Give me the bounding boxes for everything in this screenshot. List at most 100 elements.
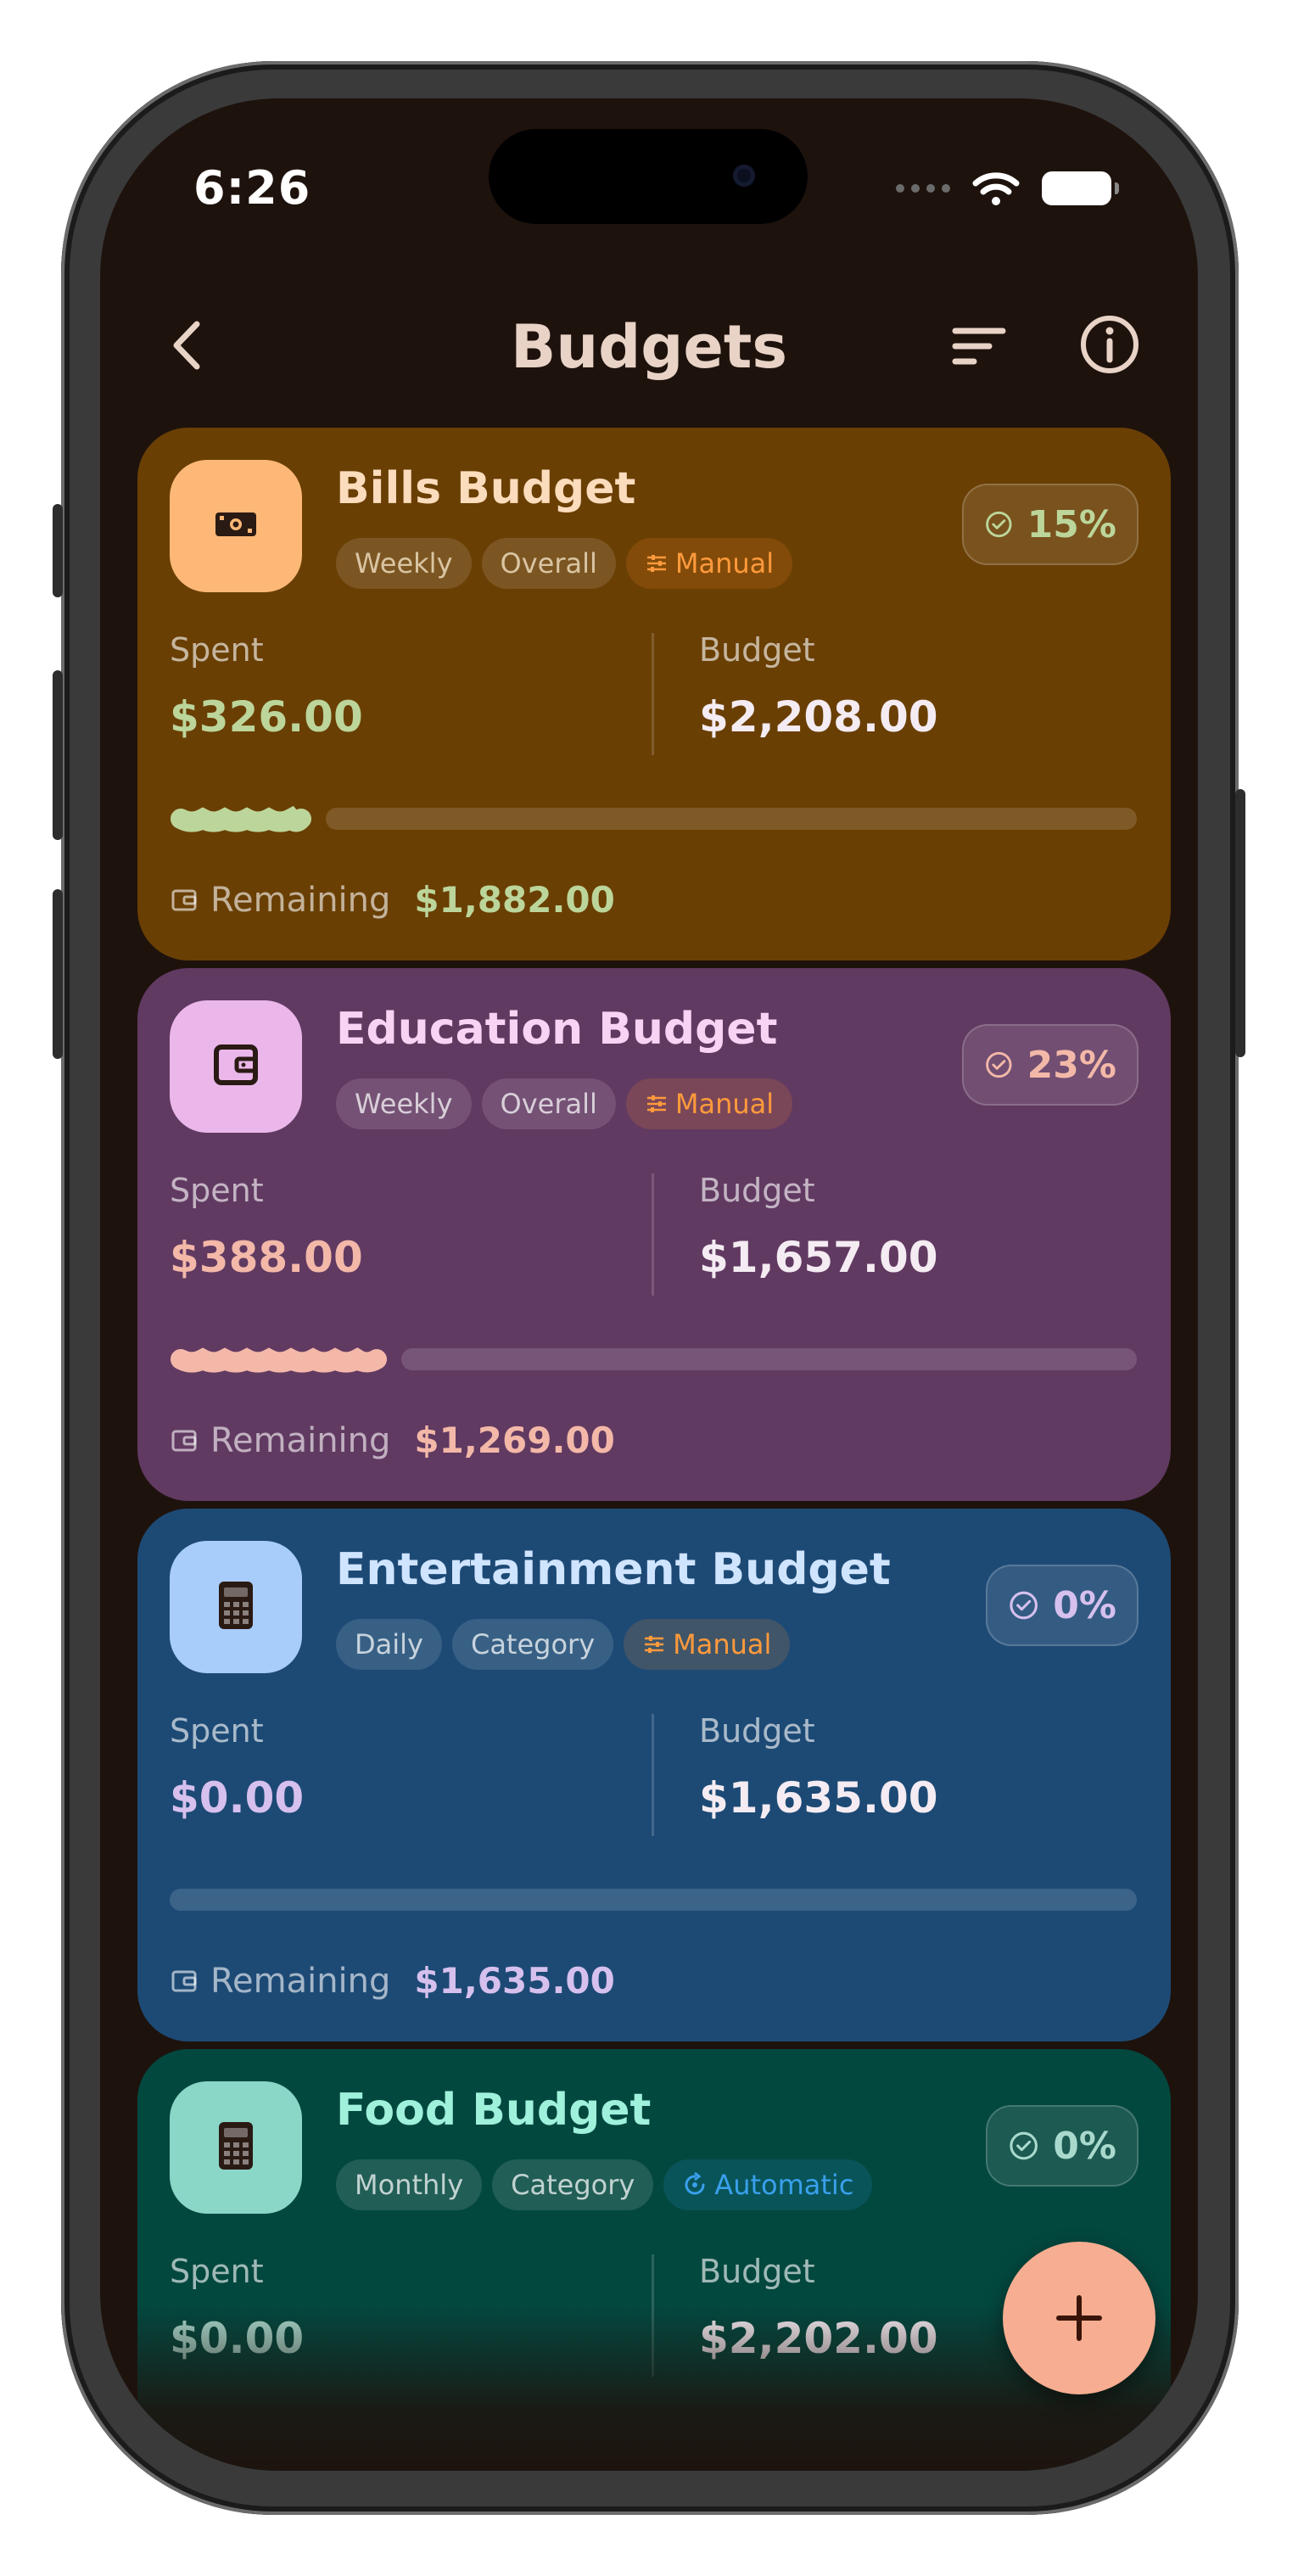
wallet-icon xyxy=(208,1037,264,1096)
phone-volume-down xyxy=(53,889,63,1059)
progress-track xyxy=(401,1348,1137,1370)
check-circle-icon xyxy=(1010,1591,1038,1620)
progress-fill xyxy=(171,1347,387,1373)
remaining-label: Remaining xyxy=(210,1961,391,2001)
budget-label: Budget xyxy=(699,1712,815,1750)
check-circle-icon xyxy=(986,1051,1012,1078)
progress-bar xyxy=(170,805,1137,832)
remaining-value: $1,882.00 xyxy=(414,879,615,921)
tag-label: Manual xyxy=(673,1628,772,1660)
remaining-label: Remaining xyxy=(210,880,391,920)
percent-badge: 0% xyxy=(986,1565,1139,1646)
tag-manual: Manual xyxy=(625,1078,793,1129)
budget-value: $1,635.00 xyxy=(699,1773,938,1823)
budget-card[interactable]: Bills Budget Weekly Overall Manual 15% Spe… xyxy=(137,428,1171,960)
phone-volume-up xyxy=(53,670,63,840)
cellular-signal-icon xyxy=(896,184,950,193)
progress-track xyxy=(170,1889,1137,1911)
percent-badge: 15% xyxy=(962,484,1139,565)
percent-value: 23% xyxy=(1027,1043,1116,1087)
tag-monthly: Monthly xyxy=(336,2159,483,2210)
info-icon[interactable] xyxy=(1077,312,1142,377)
budget-icon-box xyxy=(170,1000,302,1133)
budget-tags: Daily Category Manual xyxy=(336,1619,791,1670)
remaining-row: Remaining $1,269.00 xyxy=(170,1420,615,1461)
tag-weekly: Weekly xyxy=(336,1078,472,1129)
budget-icon-box xyxy=(170,460,302,592)
budget-icon-box xyxy=(170,2081,302,2214)
tag-label: Category xyxy=(470,1628,596,1660)
divider xyxy=(652,1714,654,1836)
app-bar: Budgets xyxy=(100,294,1198,395)
sliders-icon xyxy=(645,1636,664,1653)
tag-label: Category xyxy=(511,2169,635,2201)
budget-label: Budget xyxy=(699,631,815,669)
check-circle-icon xyxy=(986,511,1012,538)
add-budget-button[interactable] xyxy=(1003,2242,1155,2394)
tag-label: Weekly xyxy=(355,1088,453,1120)
spent-label: Spent xyxy=(170,631,264,669)
remaining-label: Remaining xyxy=(210,1420,391,1460)
tag-label: Monthly xyxy=(355,2169,464,2201)
sort-icon[interactable] xyxy=(948,316,1010,377)
remaining-row: Remaining $1,635.00 xyxy=(170,1960,615,2002)
battery-icon xyxy=(1042,171,1119,205)
spent-value: $388.00 xyxy=(170,1233,363,1282)
progress-bar xyxy=(170,1889,1137,1911)
budget-tags: Monthly Category Automatic xyxy=(336,2159,873,2210)
tag-overall: Overall xyxy=(481,538,616,589)
tag-label: Manual xyxy=(674,1088,775,1120)
budget-label: Budget xyxy=(699,1172,815,1209)
spent-label: Spent xyxy=(170,1172,264,1209)
tag-category: Category xyxy=(492,2159,654,2210)
spent-value: $326.00 xyxy=(170,692,363,742)
budget-tags: Weekly Overall Manual xyxy=(336,538,793,589)
wallet-icon xyxy=(171,889,197,910)
budget-value: $2,208.00 xyxy=(699,692,938,742)
wifi-icon xyxy=(972,172,1020,205)
tag-label: Manual xyxy=(674,547,775,580)
plus-icon xyxy=(1056,2295,1102,2341)
divider xyxy=(652,1173,654,1296)
percent-badge: 0% xyxy=(986,2105,1139,2187)
wallet-icon xyxy=(171,1970,197,1991)
budget-name: Education Budget xyxy=(336,1004,778,1055)
banknote-icon xyxy=(210,499,261,553)
page-title: Budgets xyxy=(510,312,787,382)
budget-tags: Weekly Overall Manual xyxy=(336,1078,793,1129)
spent-label: Spent xyxy=(170,2253,264,2290)
tag-label: Automatic xyxy=(714,2169,854,2201)
tag-manual: Manual xyxy=(625,538,793,589)
budget-value: $1,657.00 xyxy=(699,1233,938,1282)
percent-value: 0% xyxy=(1053,1583,1116,1627)
phone-action-button xyxy=(53,504,63,597)
phone-power-button xyxy=(1235,789,1245,1057)
tag-manual: Manual xyxy=(624,1619,791,1670)
auto-sync-icon xyxy=(685,2172,705,2195)
budget-card[interactable]: Education Budget Weekly Overall Manual 23%… xyxy=(137,968,1171,1501)
progress-track xyxy=(326,808,1137,830)
percent-badge: 23% xyxy=(962,1024,1139,1106)
calculator-icon xyxy=(212,1578,260,1636)
tag-category: Category xyxy=(451,1619,614,1670)
budget-name: Bills Budget xyxy=(336,463,636,514)
budget-name: Food Budget xyxy=(336,2085,652,2136)
budget-card[interactable]: Entertainment Budget Daily Category Manual… xyxy=(137,1509,1171,2041)
budget-name: Entertainment Budget xyxy=(336,1544,891,1595)
status-indicators xyxy=(896,170,1119,207)
spent-value: $0.00 xyxy=(170,1773,305,1823)
budget-icon-box xyxy=(170,1541,302,1673)
progress-bar xyxy=(170,1347,1137,1373)
tag-daily: Daily xyxy=(336,1619,442,1670)
sliders-icon xyxy=(646,555,666,572)
tag-automatic: Automatic xyxy=(663,2159,873,2210)
tag-weekly: Weekly xyxy=(336,538,472,589)
calculator-icon xyxy=(212,2119,260,2176)
divider xyxy=(652,633,654,755)
dynamic-island xyxy=(489,129,808,224)
percent-value: 15% xyxy=(1027,502,1116,546)
status-time: 6:26 xyxy=(193,161,311,215)
remaining-value: $1,269.00 xyxy=(414,1420,615,1461)
tag-label: Weekly xyxy=(355,547,453,580)
check-circle-icon xyxy=(1010,2131,1038,2160)
